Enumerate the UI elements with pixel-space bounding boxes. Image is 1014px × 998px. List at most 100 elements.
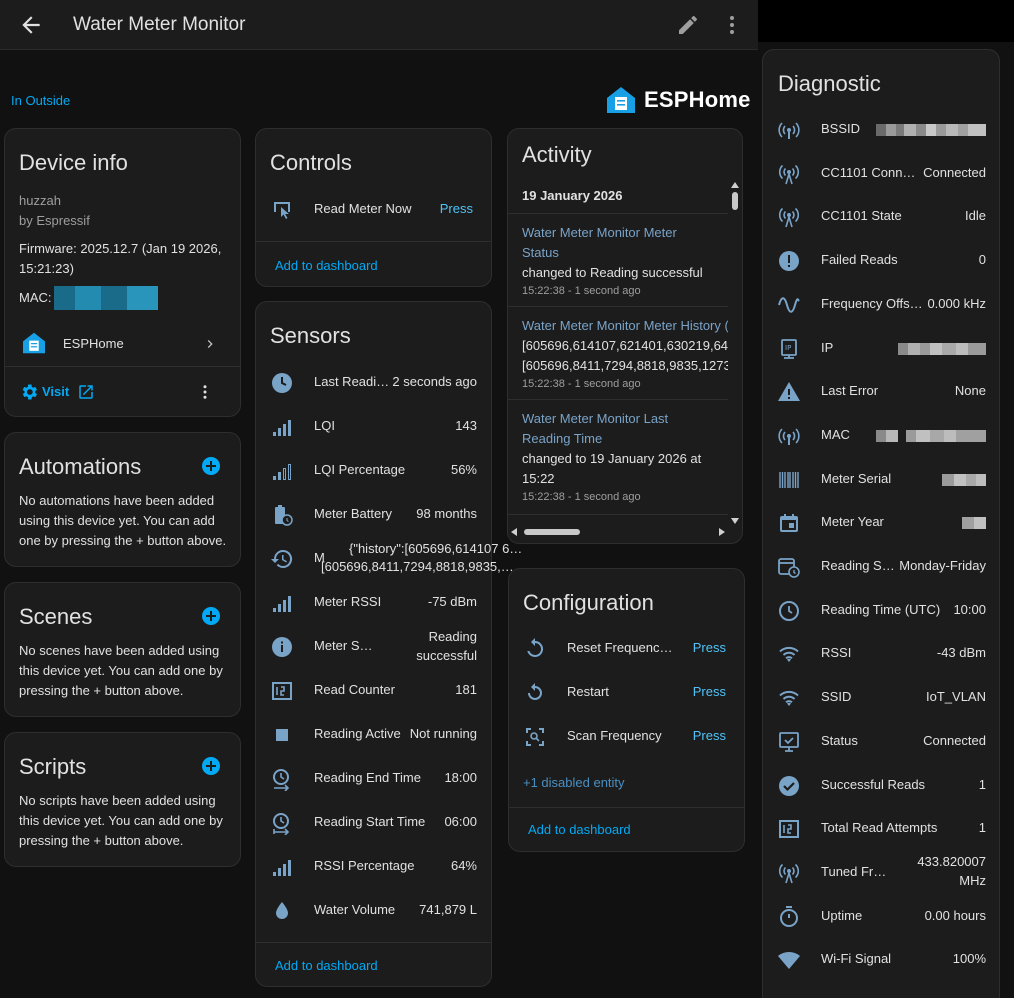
- config-row[interactable]: Restart Press: [509, 671, 744, 715]
- diagnostic-row[interactable]: Reading Time (UTC) 10:00: [762, 589, 1000, 633]
- sensor-value: Reading: [428, 629, 477, 644]
- history-icon: [271, 549, 293, 568]
- activity-entity-line2[interactable]: Status: [522, 243, 728, 263]
- area-link[interactable]: In Outside: [11, 93, 70, 108]
- diagnostic-name: MAC: [821, 426, 850, 442]
- diagnostic-row[interactable]: Total Read Attempts 1: [762, 807, 1000, 851]
- sensor-row[interactable]: Meter S… Reading successful: [256, 625, 491, 669]
- diagnostic-row[interactable]: Meter Serial: [762, 458, 1000, 502]
- activity-entry[interactable]: Water Meter Monitor Meter History (J [60…: [522, 316, 728, 398]
- vertical-scrollbar[interactable]: [730, 181, 740, 525]
- sensor-row[interactable]: LQI 143: [256, 405, 491, 449]
- activity-divider: [508, 306, 728, 307]
- add-to-dashboard-link[interactable]: Add to dashboard: [275, 958, 378, 973]
- sensor-row[interactable]: LQI Percentage 56%: [256, 449, 491, 493]
- sensor-value: 06:00: [444, 814, 477, 829]
- diagnostic-value: Connected: [923, 732, 986, 748]
- diagnostic-row[interactable]: Tuned Fr… 433.820007 MHz: [762, 851, 1000, 895]
- add-automation-icon[interactable]: [202, 457, 220, 475]
- diagnostic-row[interactable]: Uptime 0.00 hours: [762, 895, 1000, 939]
- diagnostic-name: Frequency Offs…: [821, 295, 923, 311]
- sensor-name: Read Counter: [314, 682, 395, 697]
- empty-text: No scripts have been added using this de…: [19, 793, 223, 848]
- add-scene-icon[interactable]: [202, 607, 220, 625]
- config-row[interactable]: Scan Frequency Press: [509, 715, 744, 759]
- sensor-row[interactable]: Reading Start Time 06:00: [256, 801, 491, 845]
- wifi-icon: [779, 691, 799, 707]
- gear-icon: [22, 384, 37, 400]
- diagnostic-row[interactable]: CC1101 Conn… Connected: [762, 152, 1000, 196]
- sensor-row[interactable]: Reading Active Not running: [256, 713, 491, 757]
- horizontal-scroll-thumb[interactable]: [524, 529, 580, 535]
- more-vertical-icon[interactable]: [724, 13, 740, 37]
- scan-icon: [526, 728, 544, 746]
- sensors-card: Sensors Last Readi… 2 seconds ago LQI 14…: [255, 301, 522, 987]
- horizontal-scrollbar[interactable]: [510, 527, 726, 537]
- sensor-row[interactable]: Last Readi… 2 seconds ago: [256, 361, 491, 405]
- diagnostic-row[interactable]: CC1101 State Idle: [762, 195, 1000, 239]
- diagnostic-row[interactable]: Meter Year: [762, 501, 1000, 545]
- scroll-right-arrow-icon[interactable]: [718, 527, 726, 537]
- sensor-value: 18:00: [444, 770, 477, 785]
- calendar-clock-icon: [778, 558, 800, 578]
- activity-entity[interactable]: Water Meter Monitor Last: [522, 409, 728, 429]
- activity-message-line2: [605696,8411,7294,8818,9835,12735: [522, 358, 728, 373]
- sensor-row[interactable]: Read Counter 181: [256, 669, 491, 713]
- visit-button[interactable]: Visit: [19, 381, 109, 403]
- activity-message: changed to Reading successful: [522, 265, 703, 280]
- sensor-row[interactable]: Reading End Time 18:00: [256, 757, 491, 801]
- diagnostic-row[interactable]: RSSI -43 dBm: [762, 632, 1000, 676]
- sensor-row[interactable]: Meter Battery 98 months: [256, 493, 491, 537]
- sensor-row[interactable]: Meter RSSI -75 dBm: [256, 581, 491, 625]
- add-to-dashboard-link[interactable]: Add to dashboard: [275, 258, 378, 273]
- diagnostic-row[interactable]: MAC: [762, 414, 1000, 458]
- disabled-entities-link[interactable]: +1 disabled entity: [523, 775, 625, 790]
- sensor-row[interactable]: M {"history":[605696,614107 6… [605696,8…: [256, 537, 522, 581]
- vertical-scroll-thumb[interactable]: [732, 192, 738, 210]
- diagnostic-value: 1: [978, 820, 986, 836]
- press-button[interactable]: Press: [693, 640, 726, 655]
- radio-tower-icon: [778, 208, 800, 228]
- device-model: huzzah: [19, 193, 61, 208]
- activity-entity-line2[interactable]: Reading Time: [522, 429, 728, 449]
- diagnostic-row[interactable]: Failed Reads 0: [762, 239, 1000, 283]
- control-row-read-meter[interactable]: Read Meter Now Press: [256, 188, 491, 232]
- diagnostic-row[interactable]: Status Connected: [762, 720, 1000, 764]
- diagnostic-row[interactable]: Last Error None: [762, 370, 1000, 414]
- press-button[interactable]: Press: [693, 728, 726, 743]
- clock-end-icon: [273, 769, 290, 791]
- press-button[interactable]: Press: [693, 684, 726, 699]
- clock-icon: [272, 373, 292, 393]
- check-circle-icon: [779, 775, 799, 796]
- diagnostic-row[interactable]: IP IP: [762, 327, 1000, 371]
- diagnostic-row[interactable]: Wi-Fi Signal 100%: [762, 938, 1000, 982]
- add-script-icon[interactable]: [202, 757, 220, 775]
- scroll-down-arrow-icon[interactable]: [730, 517, 740, 525]
- battery-clock-icon: [275, 505, 293, 526]
- scroll-left-arrow-icon[interactable]: [510, 527, 518, 537]
- diagnostic-row[interactable]: Successful Reads 1: [762, 764, 1000, 808]
- scroll-up-arrow-icon[interactable]: [730, 181, 740, 189]
- diagnostic-row[interactable]: Frequency Offs… 0.000 kHz: [762, 283, 1000, 327]
- activity-divider: [508, 514, 728, 515]
- config-row[interactable]: Reset Frequency… Press: [509, 627, 744, 671]
- pencil-icon[interactable]: [676, 13, 700, 37]
- back-arrow-icon[interactable]: [18, 12, 44, 38]
- sensor-name: LQI Percentage: [314, 462, 406, 477]
- sensor-row[interactable]: RSSI Percentage 64%: [256, 845, 491, 889]
- diagnostic-row[interactable]: SSID IoT_VLAN: [762, 676, 1000, 720]
- activity-entry[interactable]: Water Meter Monitor Last Reading Time ch…: [522, 409, 728, 511]
- diagnostic-row[interactable]: BSSID: [762, 108, 1000, 152]
- chevron-right-icon: [207, 340, 213, 348]
- activity-entity[interactable]: Water Meter Monitor Meter History (J: [522, 316, 728, 336]
- more-vertical-icon[interactable]: [199, 381, 211, 403]
- activity-entry[interactable]: Water Meter Monitor Meter Status changed…: [522, 223, 728, 305]
- press-button[interactable]: Press: [440, 201, 473, 216]
- sensor-value: -75 dBm: [427, 594, 477, 609]
- diagnostic-row[interactable]: Reading S… Monday-Friday: [762, 545, 1000, 589]
- integration-row[interactable]: ESPHome: [5, 327, 240, 361]
- add-to-dashboard-link[interactable]: Add to dashboard: [528, 822, 631, 837]
- activity-entity[interactable]: Water Meter Monitor Meter: [522, 223, 728, 243]
- button-press-icon: [274, 202, 290, 219]
- sensor-row[interactable]: Water Volume 741,879 L: [256, 889, 491, 933]
